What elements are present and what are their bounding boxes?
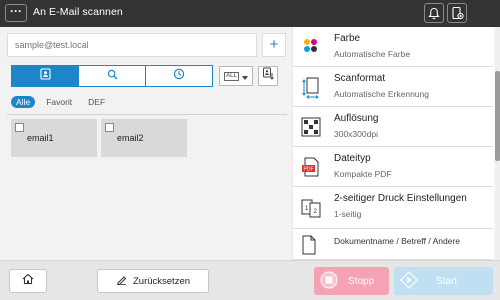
pdf-badge-text: PDF [304,167,314,173]
resolution-icon [301,117,321,137]
setting-value: Automatische Erkennung [334,89,429,99]
tab-address-book[interactable] [12,66,79,86]
bottom-bar: Zurücksetzen Stopp Start [0,260,500,300]
setting-document-name[interactable]: Dokumentname / Betreff / Andere [293,229,493,260]
top-bar: ··· An E-Mail scannen [0,0,500,27]
setting-color[interactable]: Farbe Automatische Farbe [293,27,493,67]
start-icon [400,270,418,292]
pdf-file-icon: PDF [301,157,321,177]
caret-down-icon [241,67,248,85]
add-address-button[interactable]: + [262,33,286,57]
setting-duplex[interactable]: 12 2-seitiger Druck Einstellungen 1-seit… [293,187,493,229]
color-dots-icon [301,37,321,57]
setting-title: Auflösung [334,113,379,124]
history-icon [173,67,185,85]
filter-all[interactable]: Alle [11,96,36,108]
stop-icon [320,271,338,292]
filter-favorite[interactable]: Favorit [41,96,77,108]
tab-history[interactable] [146,66,212,86]
setting-title: Scanformat [334,73,386,84]
address-book-sort-icon [262,67,274,85]
duplex-icon: 12 [301,197,321,218]
menu-button[interactable]: ··· [5,4,27,22]
document-icon [301,235,321,255]
device-status-icon[interactable] [447,3,467,23]
search-tabs [11,65,213,87]
setting-scan-size[interactable]: Scanformat Automatische Erkennung [293,67,493,107]
setting-value: 1-seitig [334,209,362,219]
scrollbar-thumb[interactable] [495,71,500,161]
tab-search[interactable] [79,66,146,86]
scan-size-icon [301,77,321,99]
filter-def[interactable]: DEF [83,96,110,108]
start-label: Start [436,275,458,287]
divider [7,114,287,115]
setting-file-type[interactable]: PDF Dateityp Kompakte PDF [293,147,493,187]
stop-label: Stopp [348,275,375,287]
destination-label: email2 [117,133,144,143]
home-icon [22,272,34,290]
setting-title: Dokumentname / Betreff / Andere [334,236,460,246]
search-icon [107,67,118,85]
stop-button[interactable]: Stopp [314,267,389,295]
bell-icon[interactable] [424,3,444,23]
home-button[interactable] [9,269,47,293]
email-address-input[interactable] [7,33,257,57]
setting-value: 300x300dpi [334,129,378,139]
destination-tile[interactable]: email1 [11,119,97,157]
setting-title: Farbe [334,33,361,44]
destination-tile[interactable]: email2 [101,119,187,157]
index-filters: Alle Favorit DEF [11,95,110,109]
address-sort-button[interactable] [258,66,278,86]
destination-label: email1 [27,133,54,143]
address-book-icon [39,67,51,85]
type-filter-dropdown[interactable]: ALL [219,66,253,86]
destination-checkbox[interactable] [105,123,114,132]
start-button[interactable]: Start [394,267,493,295]
settings-panel: Farbe Automatische Farbe Scanformat Auto… [293,27,500,260]
type-filter-label: ALL [224,71,239,81]
setting-resolution[interactable]: Auflösung 300x300dpi [293,107,493,147]
reset-button[interactable]: Zurücksetzen [97,269,209,293]
reset-label: Zurücksetzen [132,275,191,287]
eraser-icon [116,274,127,288]
page-title: An E-Mail scannen [33,6,123,18]
settings-scrollbar[interactable] [495,27,500,260]
setting-title: 2-seitiger Druck Einstellungen [334,193,467,204]
setting-value: Kompakte PDF [334,169,392,179]
destination-checkbox[interactable] [15,123,24,132]
setting-title: Dateityp [334,153,371,164]
destination-panel: + ALL Alle Favorit DEF [0,27,292,260]
setting-value: Automatische Farbe [334,49,411,59]
